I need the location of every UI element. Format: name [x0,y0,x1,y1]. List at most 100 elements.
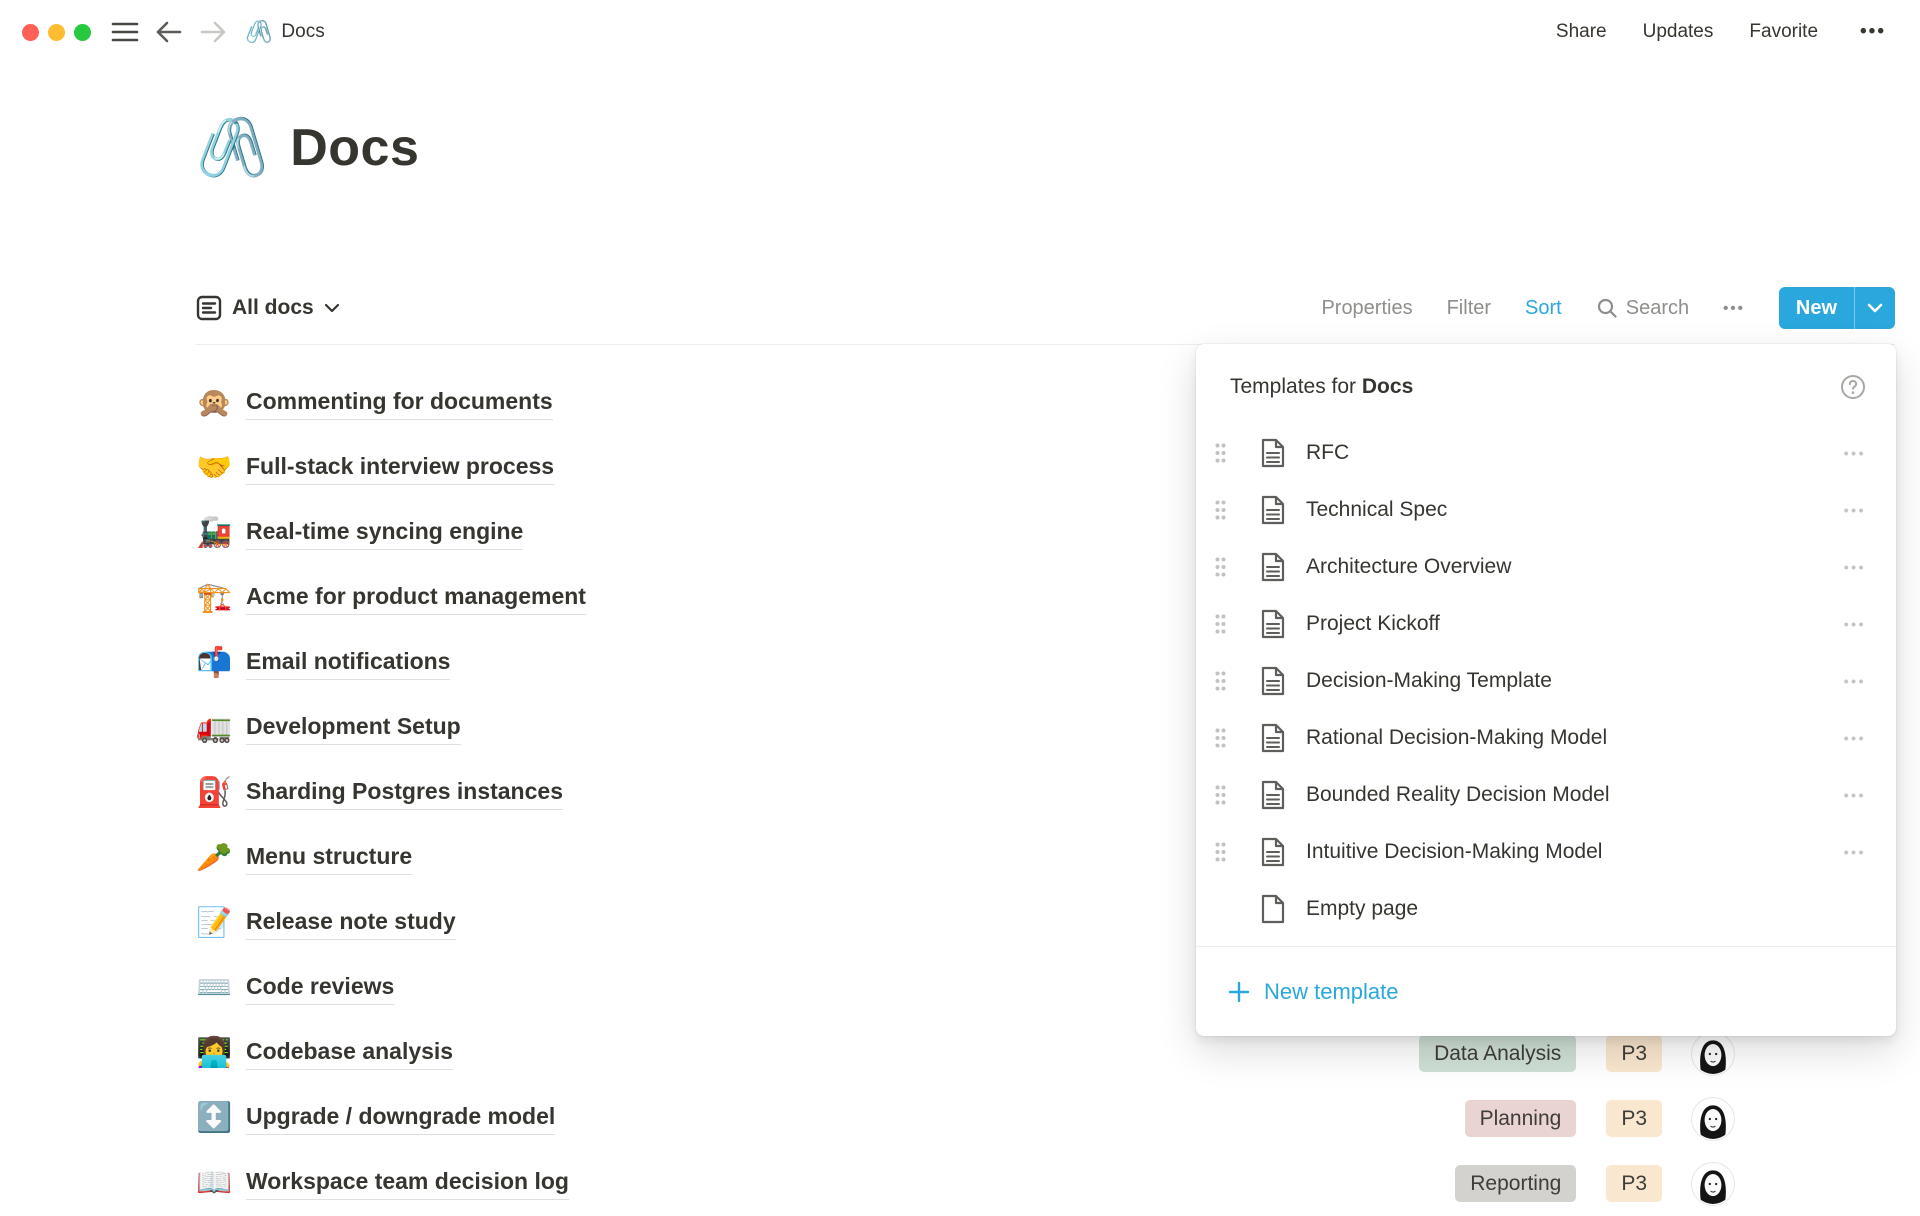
document-emoji-icon: ⌨️ [196,974,246,1003]
document-emoji-icon: 🙊 [196,389,246,418]
tag-badge[interactable]: Data Analysis [1419,1035,1576,1072]
share-button[interactable]: Share [1556,21,1607,43]
document-title-link[interactable]: Acme for product management [246,582,586,615]
more-menu-icon[interactable]: ••• [1854,20,1892,44]
drag-handle-icon[interactable] [1214,727,1234,749]
help-icon[interactable] [1840,374,1866,400]
document-list-item[interactable]: ↕️ Upgrade / downgrade model Planning P3 [196,1086,1895,1151]
template-label: Project Kickoff [1306,612,1440,636]
template-more-icon[interactable]: ••• [1844,559,1866,575]
favorite-button[interactable]: Favorite [1749,21,1818,43]
document-title-link[interactable]: Code reviews [246,972,394,1005]
document-emoji-icon: 📬 [196,649,246,678]
minimize-window-button[interactable] [48,24,65,41]
document-icon [1260,552,1286,582]
document-title-link[interactable]: Email notifications [246,647,450,680]
template-more-icon[interactable]: ••• [1844,502,1866,518]
plus-icon [1228,981,1250,1003]
document-title-link[interactable]: Release note study [246,907,456,940]
properties-button[interactable]: Properties [1321,297,1412,320]
avatar[interactable] [1692,1098,1734,1140]
document-emoji-icon: 👩‍💻 [196,1039,246,1068]
template-more-icon[interactable]: ••• [1844,844,1866,860]
sort-button[interactable]: Sort [1525,297,1562,320]
document-emoji-icon: 🥕 [196,844,246,873]
document-title-link[interactable]: Menu structure [246,842,412,875]
priority-badge[interactable]: P3 [1606,1100,1662,1137]
template-more-icon[interactable]: ••• [1844,673,1866,689]
breadcrumb-title: Docs [281,21,324,43]
avatar[interactable] [1692,1033,1734,1075]
templates-header-target: Docs [1362,375,1413,398]
updates-button[interactable]: Updates [1643,21,1714,43]
template-item[interactable]: Rational Decision-Making Model ••• [1196,709,1896,766]
drag-handle-icon[interactable] [1214,556,1234,578]
filter-button[interactable]: Filter [1447,297,1491,320]
template-label: Architecture Overview [1306,555,1511,579]
breadcrumb[interactable]: 🖇️ Docs [245,21,325,43]
tag-badge[interactable]: Reporting [1455,1165,1576,1202]
document-title-link[interactable]: Upgrade / downgrade model [246,1102,555,1135]
forward-arrow-icon[interactable] [199,20,227,44]
document-emoji-icon: 📝 [196,909,246,938]
traffic-lights [22,24,91,41]
template-item[interactable]: Project Kickoff ••• [1196,595,1896,652]
templates-header-text: Templates for [1230,375,1362,398]
document-icon [1260,837,1286,867]
document-emoji-icon: ⛽ [196,779,246,808]
template-more-icon[interactable]: ••• [1844,730,1866,746]
template-item[interactable]: Bounded Reality Decision Model ••• [1196,766,1896,823]
document-row-meta: Reporting P3 [1455,1163,1734,1205]
sidebar-toggle-icon[interactable] [111,21,139,43]
document-icon [1260,609,1286,639]
document-title-link[interactable]: Real-time syncing engine [246,517,523,550]
template-more-icon[interactable]: ••• [1844,616,1866,632]
document-title-link[interactable]: Full-stack interview process [246,452,554,485]
page-paperclip-icon[interactable]: 🖇️ [196,119,268,177]
template-item[interactable]: Decision-Making Template ••• [1196,652,1896,709]
document-emoji-icon: 🚂 [196,519,246,548]
template-item[interactable]: Empty page ••• [1196,880,1896,937]
drag-handle-icon[interactable] [1214,442,1234,464]
drag-handle-icon[interactable] [1214,499,1234,521]
page-title[interactable]: Docs [290,118,419,178]
document-title-link[interactable]: Workspace team decision log [246,1167,569,1200]
back-arrow-icon[interactable] [155,20,183,44]
new-dropdown-chevron-icon[interactable] [1855,287,1895,329]
toolbar-more-icon[interactable]: ••• [1723,300,1745,317]
document-icon [1260,495,1286,525]
tag-badge[interactable]: Planning [1465,1100,1577,1137]
document-emoji-icon: ↕️ [196,1104,246,1133]
template-label: Decision-Making Template [1306,669,1552,693]
view-switcher[interactable]: All docs [196,295,340,321]
priority-badge[interactable]: P3 [1606,1165,1662,1202]
template-item[interactable]: RFC ••• [1196,424,1896,481]
new-template-label: New template [1264,979,1399,1005]
priority-badge[interactable]: P3 [1606,1035,1662,1072]
close-window-button[interactable] [22,24,39,41]
document-title-link[interactable]: Commenting for documents [246,387,553,420]
new-button[interactable]: New [1779,287,1854,329]
template-item[interactable]: Technical Spec ••• [1196,481,1896,538]
document-title-link[interactable]: Development Setup [246,712,461,745]
document-title-link[interactable]: Sharding Postgres instances [246,777,563,810]
document-title-link[interactable]: Codebase analysis [246,1037,453,1070]
avatar[interactable] [1692,1163,1734,1205]
zoom-window-button[interactable] [74,24,91,41]
template-more-icon[interactable]: ••• [1844,787,1866,803]
template-more-icon[interactable]: ••• [1844,445,1866,461]
drag-handle-icon[interactable] [1214,841,1234,863]
document-icon [1260,438,1286,468]
drag-handle-icon[interactable] [1214,784,1234,806]
template-item[interactable]: Architecture Overview ••• [1196,538,1896,595]
chevron-down-icon [324,303,340,313]
template-item[interactable]: Intuitive Decision-Making Model ••• [1196,823,1896,880]
document-emoji-icon: 🤝 [196,454,246,483]
drag-handle-icon[interactable] [1214,670,1234,692]
document-icon [1260,666,1286,696]
document-list-item[interactable]: 📖 Workspace team decision log Reporting … [196,1151,1895,1216]
new-template-button[interactable]: New template [1196,947,1896,1036]
drag-handle-icon[interactable] [1214,613,1234,635]
template-label: Bounded Reality Decision Model [1306,783,1610,807]
search-button[interactable]: Search [1596,297,1689,320]
